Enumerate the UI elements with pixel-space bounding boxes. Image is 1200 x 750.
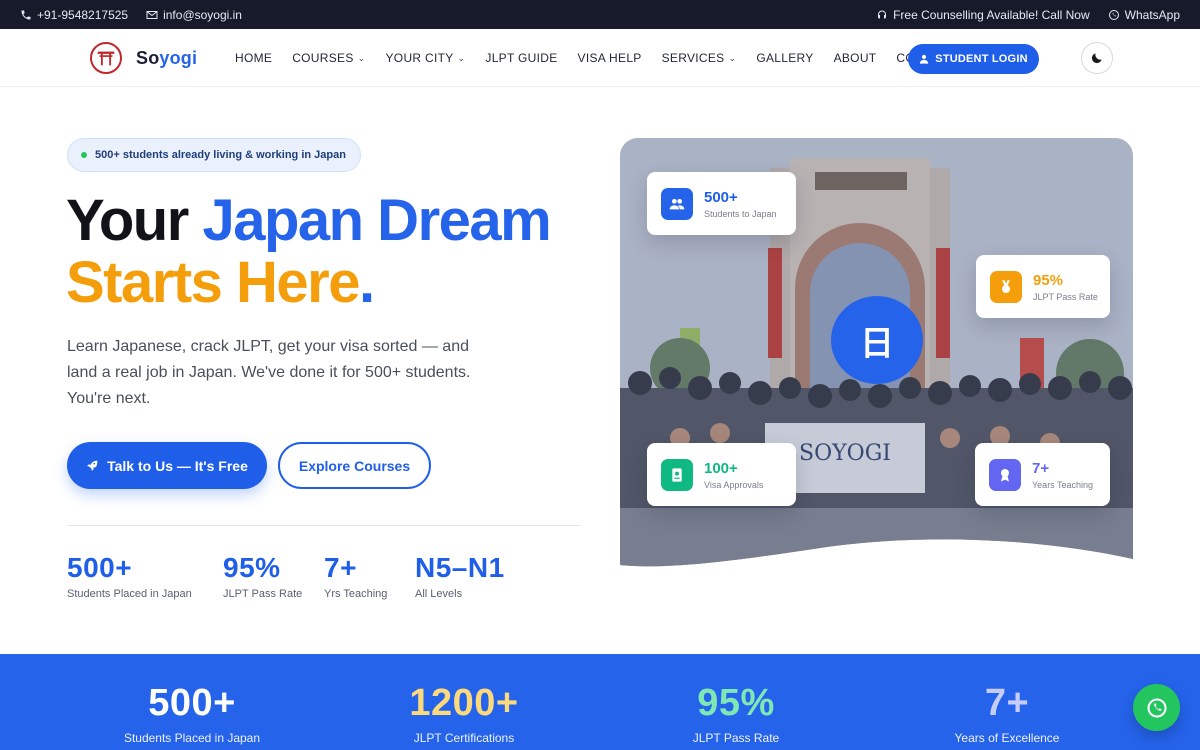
nav-item-home[interactable]: HOME (235, 51, 272, 65)
hero-description: Learn Japanese, crack JLPT, get your vis… (67, 338, 471, 407)
user-icon (920, 54, 929, 64)
torii-logo-icon (90, 42, 122, 74)
nav-item-your-city[interactable]: YOUR CITY ⌄ (386, 51, 466, 65)
talk-to-us-button[interactable]: Talk to Us — It's Free (67, 442, 267, 489)
whatsapp-link[interactable]: WhatsApp (1108, 8, 1180, 22)
student-login-button[interactable]: STUDENT LOGIN (908, 44, 1039, 74)
envelope-icon (146, 10, 158, 19)
chevron-down-icon: ⌄ (457, 52, 466, 63)
medal-icon (990, 270, 1022, 303)
stats-divider (67, 525, 580, 526)
status-dot-icon (81, 152, 87, 158)
email-link[interactable]: info@soyogi.in (146, 8, 242, 22)
award-icon (989, 458, 1021, 491)
email-address: info@soyogi.in (163, 7, 242, 22)
hero-stat-students: 500+ Students Placed in Japan (67, 552, 192, 600)
hero-stat-years: 7+ Yrs Teaching (324, 552, 388, 600)
nav-item-jlpt-guide[interactable]: JLPT GUIDE (485, 51, 557, 65)
phone-icon (21, 10, 31, 19)
rocket-icon (87, 460, 98, 471)
band-stat-years: 7+ Years of Excellence (954, 682, 1060, 745)
users-icon (661, 187, 693, 220)
phone-number: +91-9548217525 (37, 7, 129, 22)
band-stat-students: 500+ Students Placed in Japan (123, 682, 261, 745)
brand-name: Soyogi (136, 47, 198, 68)
whatsapp-icon (1108, 9, 1119, 20)
nav-item-about[interactable]: ABOUT (834, 51, 877, 65)
headset-icon (878, 10, 887, 18)
band-stat-certifications: 1200+ JLPT Certifications (409, 682, 519, 745)
stat-card-pass-rate: 95% JLPT Pass Rate (976, 255, 1110, 318)
counselling-link[interactable]: Free Counselling Available! Call Now (876, 8, 1090, 22)
social-proof-pill: 500+ students already living & working i… (67, 138, 361, 172)
hero-stat-levels: N5–N1 All Levels (415, 552, 505, 600)
top-info-bar: +91-9548217525 info@soyogi.in Free Couns… (0, 0, 1200, 29)
nav-item-courses[interactable]: COURSES ⌄ (292, 51, 365, 65)
phone-link[interactable]: +91-9548217525 (20, 8, 128, 22)
nav-menu: HOME COURSES ⌄ YOUR CITY ⌄ JLPT GUIDE VISA… (235, 29, 956, 87)
counselling-text: Free Counselling Available! Call Now (893, 7, 1090, 22)
stat-card-visa: 100+ Visa Approvals (647, 443, 796, 506)
hero-stat-pass-rate: 95% JLPT Pass Rate (223, 552, 303, 600)
passport-icon (661, 458, 693, 491)
main-navigation: Soyogi HOME COURSES ⌄ YOUR CITY ⌄ JLPT GUI… (0, 29, 1200, 87)
moon-icon (1091, 53, 1102, 64)
stat-card-students: 500+ Students to Japan (647, 172, 796, 235)
whatsapp-text: WhatsApp (1124, 7, 1180, 22)
brand-logo[interactable]: Soyogi (90, 42, 197, 74)
kanji-badge: 日 (831, 296, 923, 384)
band-stat-pass-rate: 95% JLPT Pass Rate (692, 682, 780, 745)
whatsapp-icon (1147, 698, 1166, 717)
theme-toggle-button[interactable] (1081, 42, 1113, 74)
nav-item-services[interactable]: SERVICES ⌄ (662, 51, 737, 65)
stat-card-years: 7+ Years Teaching (975, 443, 1110, 506)
nav-item-visa-help[interactable]: VISA HELP (578, 51, 642, 65)
chevron-down-icon: ⌄ (728, 52, 737, 63)
explore-courses-button[interactable]: Explore Courses (278, 442, 431, 489)
nav-item-gallery[interactable]: GALLERY (756, 51, 813, 65)
chevron-down-icon: ⌄ (357, 52, 366, 63)
whatsapp-float-button[interactable] (1133, 684, 1180, 731)
hero-headline: Your Japan Dream Starts Here. (66, 188, 552, 315)
